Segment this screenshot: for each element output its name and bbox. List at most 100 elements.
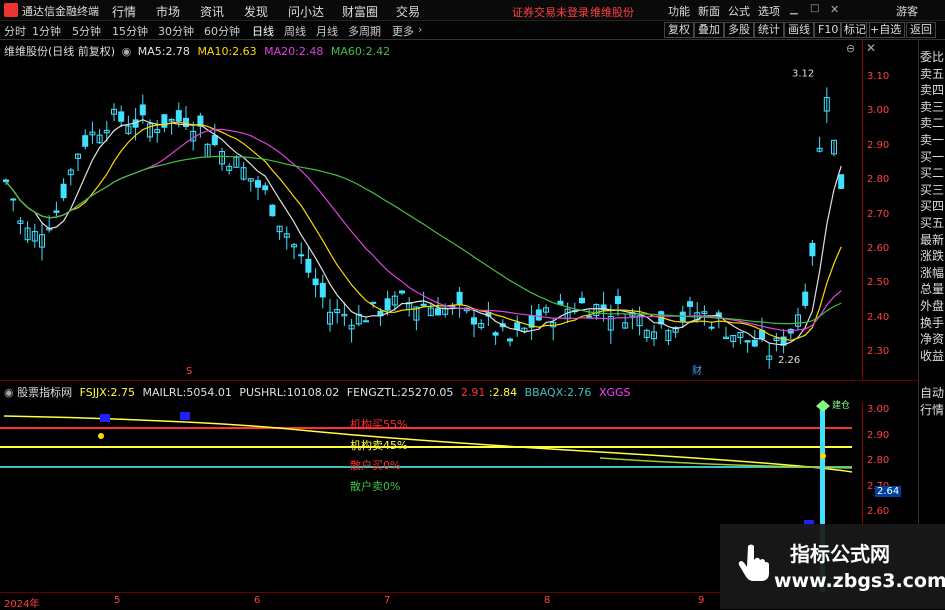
watermark-url: www.zbgs3.com [774, 570, 945, 592]
period-weekly[interactable]: 周线 [284, 23, 306, 39]
sidebar-item[interactable]: 涨幅 [920, 266, 944, 280]
sidebar-item[interactable]: 外盘 [920, 299, 944, 313]
sidebar-item[interactable]: 买二 [920, 166, 944, 180]
minimize-icon[interactable]: ▁ [790, 4, 798, 15]
menu-hangqing[interactable]: 行情 [112, 3, 136, 20]
hand-pointer-icon [738, 544, 769, 581]
btn-fuquan[interactable]: 复权 [664, 22, 694, 38]
candle-body [319, 282, 326, 298]
zoom-out-icon[interactable]: ⊖ [846, 42, 855, 55]
sidebar-item[interactable]: 卖四 [920, 83, 944, 97]
menu-shichang[interactable]: 市场 [156, 3, 180, 20]
sidebar-item[interactable]: 卖一 [920, 133, 944, 147]
sidebar-item[interactable]: 总量 [920, 282, 944, 296]
btn-zixuan[interactable]: +自选 [866, 22, 906, 38]
btn-fanhui[interactable]: 返回 [906, 22, 936, 38]
candle-body [363, 320, 369, 323]
sidebar-item[interactable]: 卖五 [920, 67, 944, 81]
pushrl-value: 10108.02 [286, 386, 340, 399]
btn-f10[interactable]: F10 [814, 22, 843, 38]
period-15min[interactable]: 15分钟 [112, 23, 148, 39]
date-jul: 7 [384, 595, 391, 606]
candle-body [82, 135, 89, 147]
candle-body [384, 298, 391, 311]
hand-signal-icon [98, 433, 104, 439]
candle-body [435, 308, 441, 316]
menu-xinmian[interactable]: 新面 [698, 3, 720, 19]
period-60min[interactable]: 60分钟 [204, 23, 240, 39]
btn-huaxian[interactable]: 画线 [784, 22, 814, 38]
candle-body [687, 301, 693, 307]
sidebar-item[interactable]: 买四 [920, 199, 944, 213]
btn-tongji[interactable]: 统计 [754, 22, 784, 38]
menu-gongshi[interactable]: 公式 [728, 3, 750, 19]
menu-gongneng[interactable]: 功能 [668, 3, 690, 19]
menu-zixun[interactable]: 资讯 [200, 3, 224, 20]
date-jun: 6 [254, 595, 261, 606]
high-price-label: 3.12 [792, 69, 814, 80]
lower-info-line: ◉ 股票指标网 FSJJX:2.75 MAILRL:5054.01 PUSHRL… [4, 384, 631, 400]
period-30min[interactable]: 30分钟 [158, 23, 194, 39]
chevron-right-icon[interactable]: › [418, 23, 422, 36]
candlestick-chart[interactable]: 3.12 2.26 S 财 [0, 56, 862, 380]
btn-diejia[interactable]: 叠加 [694, 22, 724, 38]
trade-login-notice[interactable]: 证券交易未登录 [512, 4, 589, 20]
menu-jiaoyi[interactable]: 交易 [396, 3, 420, 20]
period-daily[interactable]: 日线 [252, 23, 274, 39]
indicator-tick: 2.80 [867, 455, 890, 466]
candle-body [305, 258, 312, 273]
sidebar-item[interactable]: 行情 [920, 403, 944, 417]
period-fenshi[interactable]: 分时 [4, 23, 26, 39]
price-tick: 3.00 [867, 105, 890, 117]
fsjjx-label: FSJJX: [79, 386, 111, 399]
menu-faxian[interactable]: 发现 [244, 3, 268, 20]
sidebar-item[interactable]: 涨跌 [920, 249, 944, 263]
menu-caifuquan[interactable]: 财富圈 [342, 3, 378, 20]
app-logo-icon [4, 3, 18, 17]
sidebar-item[interactable]: 最新 [920, 233, 944, 247]
menu-bar: 通达信金融终端 行情 市场 资讯 发现 问小达 财富圈 交易 证券交易未登录 维… [0, 0, 945, 21]
period-monthly[interactable]: 月线 [316, 23, 338, 39]
candle-body [420, 303, 427, 307]
candle-body [10, 198, 17, 201]
sidebar-item[interactable]: 卖三 [920, 100, 944, 114]
candle-body [175, 110, 182, 122]
maximize-icon[interactable]: □ [810, 3, 819, 14]
sidebar-item[interactable]: 委比 [920, 50, 944, 64]
period-multi[interactable]: 多周期 [348, 23, 381, 39]
panel-divider[interactable] [0, 380, 918, 381]
red-line-value: 2.91 [460, 386, 486, 399]
price-axis: 3.10 3.00 2.90 2.80 2.70 2.60 2.50 2.40 2.30 [862, 40, 893, 380]
sidebar-item[interactable]: 自动 [920, 386, 944, 400]
candle-body [298, 254, 305, 257]
price-tick: 2.70 [867, 208, 890, 220]
candle-body [269, 204, 276, 217]
sidebar-item[interactable]: 净资 [920, 332, 944, 346]
period-5min[interactable]: 5分钟 [72, 23, 101, 39]
candle-body [838, 174, 845, 189]
candle-body [708, 326, 715, 329]
btn-duogu[interactable]: 多股 [724, 22, 754, 38]
marker-s: S [186, 366, 192, 377]
sidebar-item[interactable]: 卖二 [920, 116, 944, 130]
sidebar-item[interactable]: 换手 [920, 316, 944, 330]
period-more[interactable]: 更多 [392, 23, 414, 39]
sidebar-item[interactable]: 买五 [920, 216, 944, 230]
yellow-line-value: 2.84 [492, 386, 518, 399]
candle-body [399, 290, 405, 294]
sidebar-item[interactable]: 买一 [920, 150, 944, 164]
close-icon[interactable]: ✕ [830, 3, 839, 16]
fengztl-value: 25270.05 [400, 386, 454, 399]
period-1min[interactable]: 1分钟 [32, 23, 61, 39]
candle-body [370, 301, 377, 304]
sidebar-item[interactable]: 买三 [920, 183, 944, 197]
candle-body [586, 315, 593, 318]
retail-buy-label: 散户买0% [350, 459, 401, 472]
guest-label[interactable]: 游客 [896, 3, 918, 19]
indicator-settings-icon[interactable]: ◉ [4, 386, 14, 399]
candle-body [118, 111, 125, 122]
pushrl-label: PUSHRL: [239, 386, 287, 399]
menu-wenxiaoda[interactable]: 问小达 [288, 3, 324, 20]
menu-xuanxiang[interactable]: 选项 [758, 3, 780, 19]
sidebar-item[interactable]: 收益 [920, 349, 944, 363]
